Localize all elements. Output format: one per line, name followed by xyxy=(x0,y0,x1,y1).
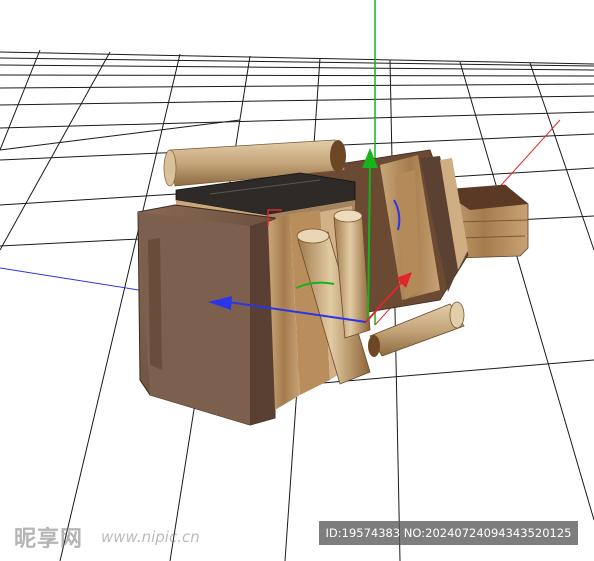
scroll-front-right[interactable] xyxy=(368,301,465,357)
grid-line-row xyxy=(0,83,594,89)
grid-line-row xyxy=(0,95,594,106)
grid-line-column xyxy=(529,62,594,251)
image-id-banner: ID:19574383 NO:20240724094343520125 xyxy=(319,521,578,545)
3d-viewport[interactable]: 昵享网 www.nipic.cn ID:19574383 NO:20240724… xyxy=(0,0,594,561)
watermark-url: www.nipic.cn xyxy=(101,528,200,546)
watermark-logo: 昵享网 xyxy=(14,527,84,552)
grid-line-row xyxy=(0,74,594,77)
grid-line-column xyxy=(389,59,401,561)
grid-line-row xyxy=(0,111,594,129)
grid-line-column xyxy=(0,51,111,251)
grid-line-row xyxy=(0,64,594,71)
viewport-scene[interactable] xyxy=(0,0,594,561)
grid-line-column xyxy=(459,61,594,521)
